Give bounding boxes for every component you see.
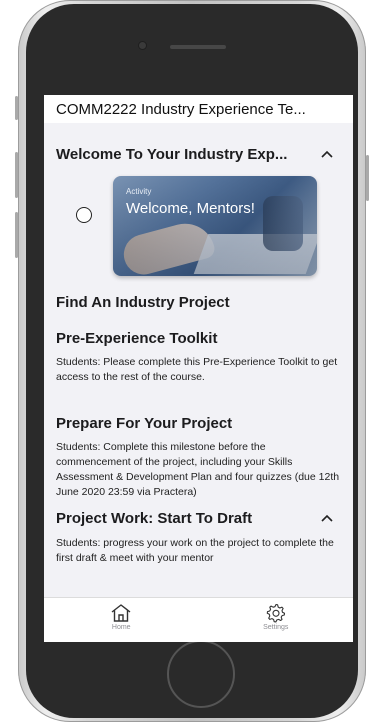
volume-up-button bbox=[15, 152, 18, 198]
app-screen: COMM2222 Industry Experience Te... Welco… bbox=[44, 95, 353, 642]
tab-home[interactable]: Home bbox=[44, 598, 199, 642]
tab-settings-label: Settings bbox=[263, 624, 289, 631]
section-header-project-work[interactable]: Project Work: Start To Draft bbox=[56, 508, 341, 528]
device-home-button[interactable] bbox=[167, 640, 235, 708]
activity-kicker: Activity bbox=[126, 187, 152, 196]
activity-card[interactable]: Activity Welcome, Mentors! bbox=[113, 176, 317, 276]
volume-down-button bbox=[15, 212, 18, 258]
section-description-project-work: Students: progress your work on the proj… bbox=[56, 537, 334, 564]
activity-row: Activity Welcome, Mentors! bbox=[56, 176, 341, 286]
home-icon bbox=[111, 604, 131, 622]
chevron-up-icon[interactable] bbox=[317, 508, 337, 528]
activity-completion-radio[interactable] bbox=[76, 207, 92, 223]
section-description-prepare: Students: Complete this milestone before… bbox=[56, 441, 340, 498]
activity-title: Welcome, Mentors! bbox=[126, 200, 255, 217]
section-title-welcome: Welcome To Your Industry Exp... bbox=[56, 145, 288, 163]
front-camera bbox=[139, 42, 146, 49]
section-description-toolkit: Students: Please complete this Pre-Exper… bbox=[56, 356, 338, 383]
mute-switch bbox=[15, 96, 18, 120]
section-title-find-project[interactable]: Find An Industry Project bbox=[56, 294, 341, 311]
course-content: Welcome To Your Industry Exp... Activity… bbox=[44, 144, 353, 566]
tab-bar: Home Settings bbox=[44, 597, 353, 642]
app-title: COMM2222 Industry Experience Te... bbox=[56, 100, 306, 118]
section-header-welcome[interactable]: Welcome To Your Industry Exp... bbox=[56, 144, 341, 164]
tab-home-label: Home bbox=[111, 624, 131, 631]
section-title-prepare[interactable]: Prepare For Your Project bbox=[56, 415, 341, 432]
gear-icon bbox=[266, 603, 285, 623]
tab-settings[interactable]: Settings bbox=[199, 598, 354, 642]
section-title-toolkit[interactable]: Pre-Experience Toolkit bbox=[56, 330, 341, 347]
earpiece-speaker bbox=[170, 45, 226, 49]
app-title-bar: COMM2222 Industry Experience Te... bbox=[44, 95, 353, 123]
power-button bbox=[366, 155, 369, 201]
chevron-up-icon[interactable] bbox=[317, 144, 337, 164]
section-title-project-work: Project Work: Start To Draft bbox=[56, 509, 253, 527]
